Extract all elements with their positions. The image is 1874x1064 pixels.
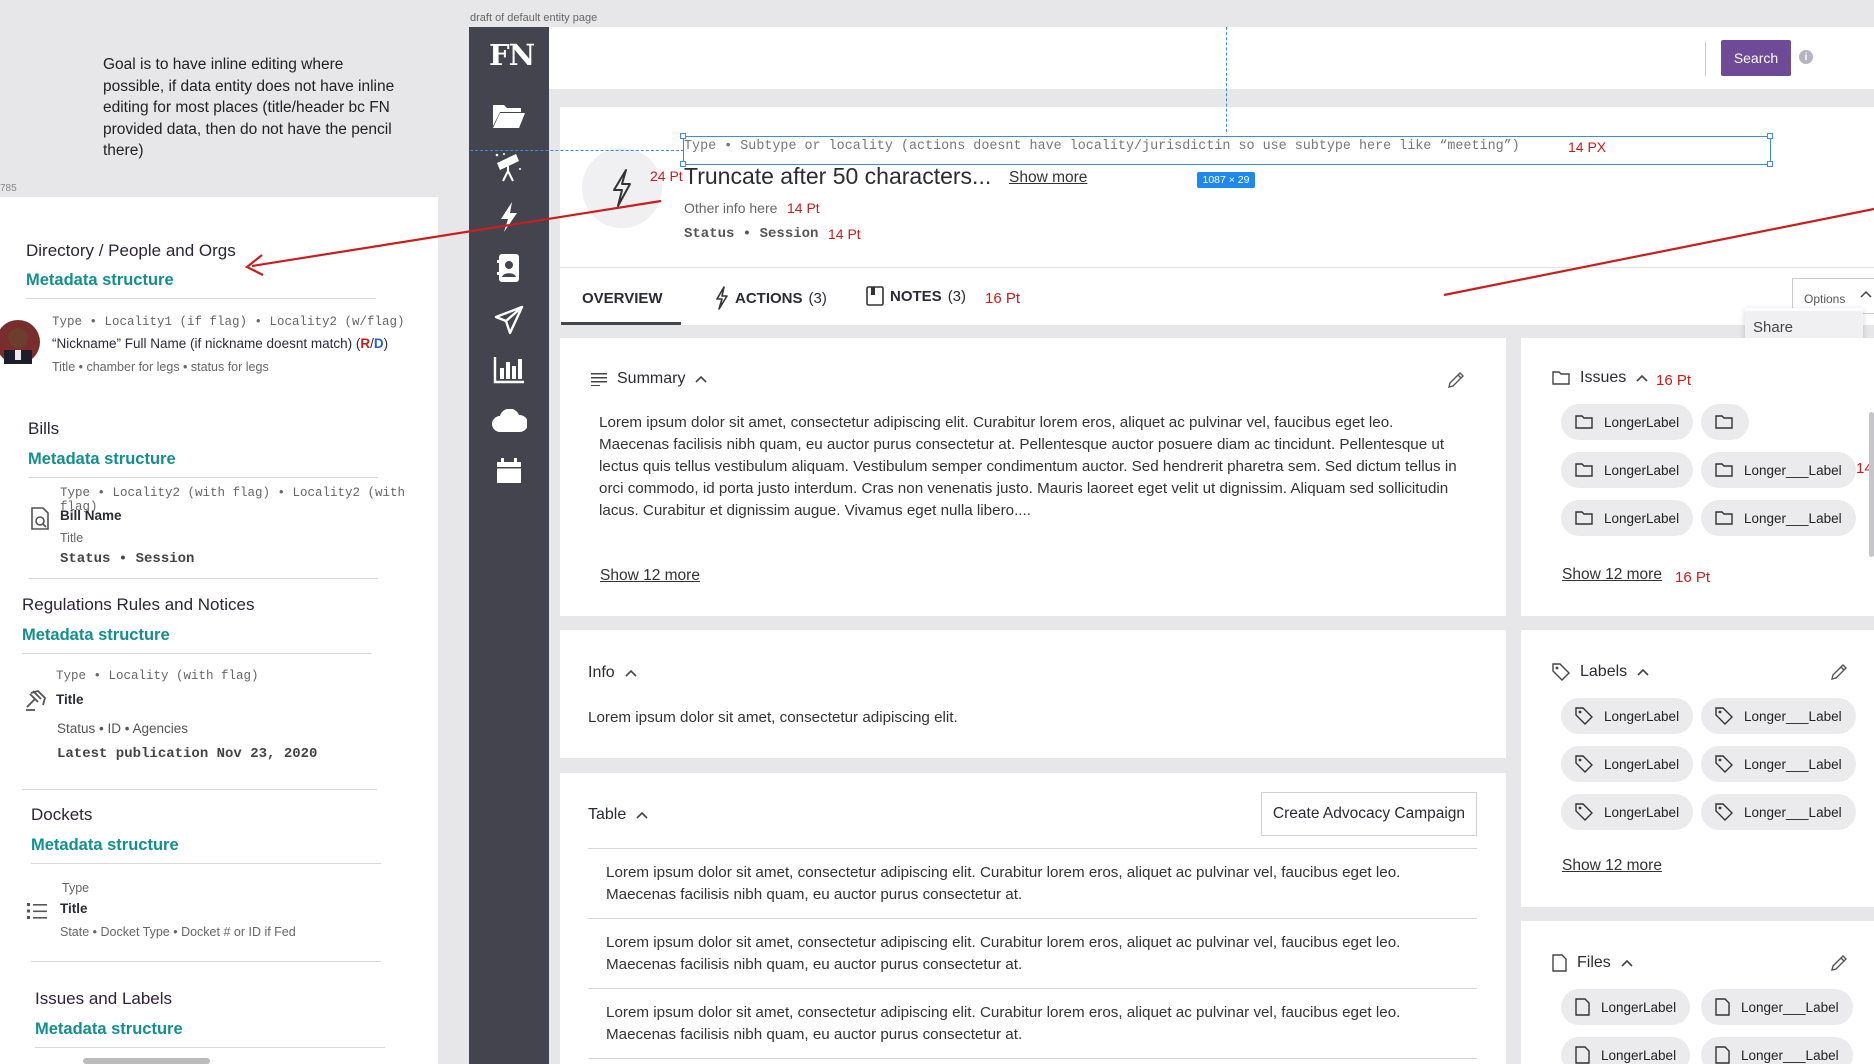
- annotation-arrows: [244, 199, 1874, 297]
